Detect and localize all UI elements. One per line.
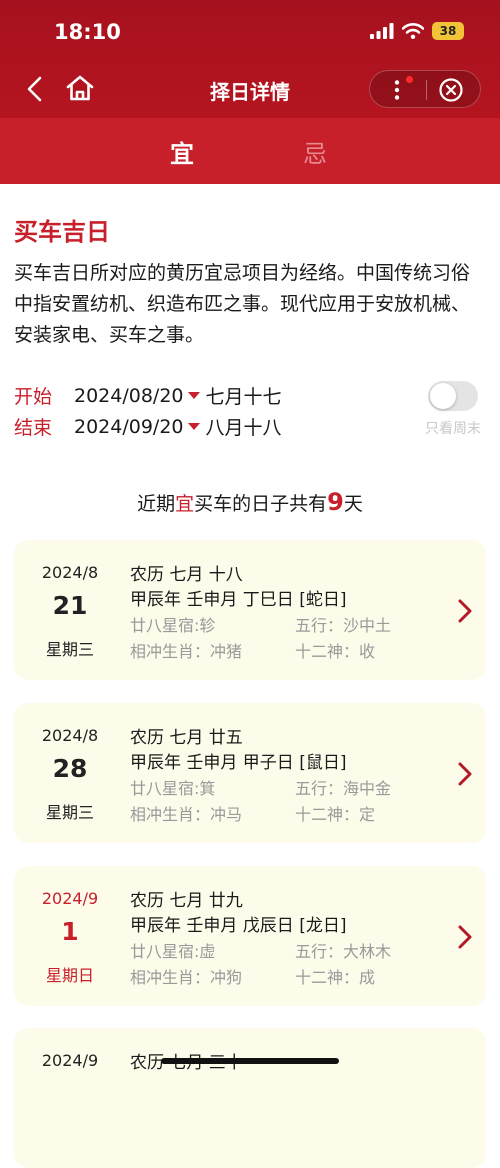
status-time: 18:10 bbox=[54, 20, 121, 44]
date-card[interactable]: 2024/8 21 星期三 农历 七月 十八 甲辰年 壬申月 丁巳日 [蛇日] … bbox=[14, 540, 486, 680]
card-star: 廿八星宿:虚 bbox=[130, 942, 216, 961]
end-lunar-date: 八月十八 bbox=[205, 417, 282, 439]
card-shen: 十二神：定 bbox=[295, 805, 376, 824]
status-icons: 38 bbox=[370, 22, 464, 40]
card-date-block: 2024/8 21 星期三 bbox=[14, 540, 126, 680]
status-bar: 18:10 38 bbox=[0, 0, 500, 64]
toggle-knob bbox=[430, 383, 456, 409]
card-date-block: 2024/9 1 星期日 bbox=[14, 866, 126, 1006]
start-lunar-date: 七月十七 bbox=[205, 386, 282, 408]
card-wuxing: 五行：海中金 bbox=[295, 779, 392, 798]
card-star: 廿八星宿:轸 bbox=[130, 616, 216, 635]
card-chong: 相冲生肖：冲马 bbox=[130, 805, 243, 824]
nav-bar: 择日详情 bbox=[0, 64, 500, 116]
card-shen: 十二神：成 bbox=[295, 968, 376, 987]
card-weekday: 星期日 bbox=[45, 966, 94, 985]
topic-description: 买车吉日所对应的黄历宜忌项目为经络。中国传统习俗中指安置纺机、织造布匹之事。现代… bbox=[14, 262, 471, 346]
summary-prefix: 近期 bbox=[137, 493, 176, 515]
date-card[interactable]: 2024/8 28 星期三 农历 七月 廿五 甲辰年 壬申月 甲子日 [鼠日] … bbox=[14, 703, 486, 843]
card-lunar-date: 农历 七月 十八 bbox=[130, 565, 243, 585]
signal-icon bbox=[370, 23, 394, 39]
card-date-block: 2024/9 bbox=[14, 1028, 126, 1168]
capsule-divider bbox=[426, 80, 427, 100]
card-ganzhi: 甲辰年 壬申月 丁巳日 [蛇日] bbox=[130, 590, 347, 610]
chevron-right-icon[interactable] bbox=[454, 924, 474, 950]
card-day: 21 bbox=[52, 591, 88, 620]
weekend-only-toggle[interactable] bbox=[428, 381, 478, 411]
tab-bar: 宜 忌 bbox=[0, 118, 500, 184]
wifi-icon bbox=[402, 23, 424, 39]
summary-line: 近期宜买车的日子共有9天 bbox=[0, 488, 500, 516]
close-icon[interactable] bbox=[438, 77, 464, 103]
end-date-picker[interactable]: 2024/09/20 bbox=[74, 416, 184, 438]
card-weekday: 星期三 bbox=[45, 803, 94, 822]
chevron-right-icon[interactable] bbox=[454, 761, 474, 787]
start-row: 开始 2024/08/20 七月十七 bbox=[14, 382, 282, 409]
notification-dot bbox=[406, 76, 413, 83]
summary-yi: 宜 bbox=[175, 493, 195, 515]
card-chong: 相冲生肖：冲狗 bbox=[130, 968, 243, 987]
card-star: 廿八星宿:箕 bbox=[130, 779, 216, 798]
date-card[interactable]: 2024/9 1 星期日 农历 七月 廿九 甲辰年 壬申月 戊辰日 [龙日] 廿… bbox=[14, 866, 486, 1006]
header: 18:10 38 择日详情 bbox=[0, 0, 500, 118]
start-date-caret-icon[interactable] bbox=[187, 392, 200, 399]
chevron-right-icon[interactable] bbox=[454, 598, 474, 624]
card-lunar-date: 农历 七月 廿九 bbox=[130, 891, 243, 911]
card-date-block: 2024/8 28 星期三 bbox=[14, 703, 126, 843]
card-year-month: 2024/9 bbox=[41, 1051, 99, 1070]
summary-count: 9 bbox=[327, 488, 344, 516]
summary-middle: 买车的日子共有 bbox=[194, 493, 328, 515]
card-ganzhi: 甲辰年 壬申月 甲子日 [鼠日] bbox=[130, 753, 347, 773]
card-wuxing: 五行：大林木 bbox=[295, 942, 392, 961]
battery-icon: 38 bbox=[432, 22, 464, 40]
home-indicator bbox=[161, 1058, 339, 1064]
card-year-month: 2024/9 bbox=[41, 889, 99, 908]
tab-yi[interactable]: 宜 bbox=[170, 134, 194, 169]
card-ganzhi: 甲辰年 壬申月 戊辰日 [龙日] bbox=[130, 916, 347, 936]
card-day: 1 bbox=[61, 917, 79, 946]
card-shen: 十二神：收 bbox=[295, 642, 376, 661]
card-chong: 相冲生肖：冲猪 bbox=[130, 642, 243, 661]
start-label: 开始 bbox=[14, 386, 53, 408]
card-weekday: 星期三 bbox=[45, 640, 94, 659]
date-card[interactable]: 2024/9 农历 七月 三十 bbox=[14, 1028, 486, 1168]
tab-ji[interactable]: 忌 bbox=[303, 134, 327, 169]
end-date-caret-icon[interactable] bbox=[187, 423, 200, 430]
weekend-only-label: 只看周末 bbox=[425, 421, 481, 437]
card-lunar-date: 农历 七月 廿五 bbox=[130, 728, 243, 748]
card-year-month: 2024/8 bbox=[41, 726, 99, 745]
end-label: 结束 bbox=[14, 417, 53, 439]
miniapp-capsule bbox=[369, 70, 481, 108]
summary-suffix: 天 bbox=[343, 493, 363, 515]
card-year-month: 2024/8 bbox=[41, 563, 99, 582]
card-wuxing: 五行：沙中土 bbox=[295, 616, 392, 635]
card-day: 28 bbox=[52, 754, 88, 783]
start-date-picker[interactable]: 2024/08/20 bbox=[74, 385, 184, 407]
end-row: 结束 2024/09/20 八月十八 bbox=[14, 413, 282, 440]
topic-title: 买车吉日 bbox=[14, 218, 110, 246]
